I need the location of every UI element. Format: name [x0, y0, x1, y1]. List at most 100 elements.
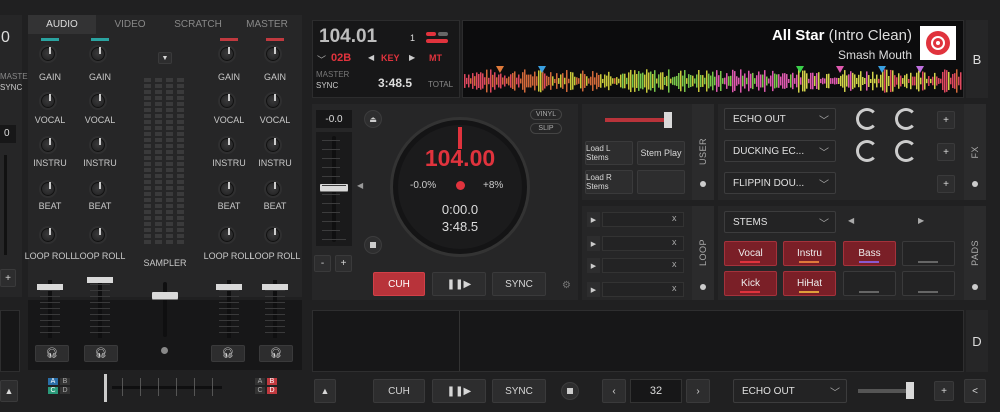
- channel-knob[interactable]: [218, 45, 236, 63]
- waveform-overview[interactable]: [464, 66, 962, 96]
- channel-knob[interactable]: [264, 226, 282, 244]
- fx-slot-3-select[interactable]: FLIPPIN DOU... ﹀: [724, 172, 836, 194]
- pitch-plus-button[interactable]: +: [335, 255, 352, 272]
- deck-d-collapse-button[interactable]: ▲: [314, 379, 336, 403]
- fx-slot-2-select[interactable]: DUCKING EC... ﹀: [724, 140, 836, 162]
- eject-button[interactable]: ⏏: [364, 110, 382, 128]
- channel-1-handle[interactable]: [37, 284, 63, 290]
- channel-knob[interactable]: [39, 180, 57, 198]
- headphone-button-4[interactable]: 🎧︎: [259, 345, 293, 362]
- tab-master[interactable]: MASTER: [232, 15, 302, 34]
- loop-4-play-icon[interactable]: ▶: [587, 282, 600, 297]
- channel-knob[interactable]: [89, 45, 107, 63]
- headphone-button-3[interactable]: 🎧︎: [211, 345, 245, 362]
- channel-3-handle[interactable]: [216, 284, 242, 290]
- assign-a-left[interactable]: A: [48, 378, 58, 385]
- sampler-volume-handle[interactable]: [152, 292, 178, 299]
- deck-d-fx-plus-button[interactable]: +: [934, 381, 954, 401]
- assign-a-right[interactable]: A: [255, 378, 265, 385]
- chevron-down-icon[interactable]: ﹀: [317, 53, 326, 66]
- channel-knob[interactable]: [264, 45, 282, 63]
- deck-d-expand-button[interactable]: <: [964, 379, 986, 403]
- loop-1-close-icon[interactable]: x: [672, 213, 677, 223]
- channel-knob[interactable]: [39, 136, 57, 154]
- channel-knob[interactable]: [89, 226, 107, 244]
- assign-c-left[interactable]: C: [48, 387, 58, 394]
- channel-knob[interactable]: [39, 92, 57, 110]
- channel-knob[interactable]: [89, 180, 107, 198]
- pads-prev-icon[interactable]: ◀: [848, 216, 854, 225]
- loop-3-play-icon[interactable]: ▶: [587, 258, 600, 273]
- fx-slot-1-plus-button[interactable]: +: [937, 111, 955, 129]
- channel-knob[interactable]: [39, 226, 57, 244]
- fx-knob[interactable]: [856, 140, 878, 162]
- fx-knob[interactable]: [895, 140, 917, 162]
- stem-play-button[interactable]: Stem Play: [637, 141, 685, 165]
- fx-slot-2-plus-button[interactable]: +: [937, 143, 955, 161]
- channel-4-handle[interactable]: [262, 284, 288, 290]
- fx-slot-3-plus-button[interactable]: +: [937, 175, 955, 193]
- pads-next-icon[interactable]: ▶: [918, 216, 924, 225]
- assign-c-right[interactable]: C: [255, 387, 265, 394]
- channel-knob[interactable]: [264, 136, 282, 154]
- channel-knob[interactable]: [218, 92, 236, 110]
- vinyl-button[interactable]: VINYL: [530, 109, 562, 120]
- key-left-icon[interactable]: ◀: [368, 53, 374, 62]
- cue-button[interactable]: CUH: [373, 272, 425, 296]
- headphone-button-1[interactable]: 🎧︎: [35, 345, 69, 362]
- left-edge-sync[interactable]: SYNC: [0, 83, 22, 92]
- deck-d-fx-select[interactable]: ECHO OUT ﹀: [733, 379, 847, 403]
- cue-marker[interactable]: [836, 66, 844, 73]
- slip-button[interactable]: SLIP: [530, 123, 562, 134]
- deck-d-fx-slider-handle[interactable]: [906, 382, 914, 399]
- channel-knob[interactable]: [264, 92, 282, 110]
- assign-d-right[interactable]: D: [267, 387, 277, 394]
- deck-b-master-label[interactable]: MASTER: [316, 70, 349, 79]
- assign-d-left[interactable]: D: [60, 387, 70, 394]
- channel-2-handle[interactable]: [87, 277, 113, 283]
- loop-2-close-icon[interactable]: x: [672, 237, 677, 247]
- deck-b-sync-label[interactable]: SYNC: [316, 81, 338, 90]
- channel-knob[interactable]: [89, 136, 107, 154]
- left-deck-c-play-button[interactable]: ▲: [0, 380, 18, 402]
- crossfader-handle[interactable]: [104, 374, 107, 402]
- key-right-icon[interactable]: ▶: [409, 53, 415, 62]
- assign-b-right[interactable]: B: [267, 378, 277, 385]
- deck-b-key-code[interactable]: 02B: [331, 52, 351, 64]
- loop-double-button[interactable]: ›: [686, 379, 710, 403]
- fx-knob[interactable]: [895, 108, 917, 130]
- loop-halve-button[interactable]: ‹: [602, 379, 626, 403]
- deck-d-play-pause-button[interactable]: ❚❚▶: [432, 379, 486, 403]
- loop-3-close-icon[interactable]: x: [672, 259, 677, 269]
- left-edge-pitch[interactable]: 0: [0, 125, 16, 143]
- loop-4-close-icon[interactable]: x: [672, 283, 677, 293]
- play-pause-button[interactable]: ❚❚▶: [432, 272, 486, 296]
- left-edge-plus-button[interactable]: +: [0, 269, 16, 287]
- user-empty-button[interactable]: [637, 170, 685, 194]
- channel-knob[interactable]: [218, 180, 236, 198]
- pitch-value[interactable]: -0.0: [316, 110, 352, 128]
- pitch-minus-button[interactable]: -: [314, 255, 331, 272]
- loop-1-play-icon[interactable]: ▶: [587, 212, 600, 227]
- load-r-stems-button[interactable]: Load R Stems: [585, 170, 633, 194]
- headphone-button-2[interactable]: 🎧︎: [84, 345, 118, 362]
- deck-d-stop-button[interactable]: [561, 382, 579, 400]
- deck-b-mt-button[interactable]: MT: [429, 53, 442, 63]
- sync-button[interactable]: SYNC: [492, 272, 546, 296]
- deck-d-sync-button[interactable]: SYNC: [492, 379, 546, 403]
- channel-knob[interactable]: [264, 180, 282, 198]
- sampler-dropdown-button[interactable]: ▼: [158, 52, 172, 64]
- channel-knob[interactable]: [218, 136, 236, 154]
- channel-knob[interactable]: [89, 92, 107, 110]
- channel-knob[interactable]: [218, 226, 236, 244]
- tab-scratch[interactable]: SCRATCH: [164, 15, 232, 34]
- load-l-stems-button[interactable]: Load L Stems: [585, 141, 633, 165]
- pads-mode-select[interactable]: STEMS ﹀: [724, 211, 836, 233]
- fx-slot-1-select[interactable]: ECHO OUT ﹀: [724, 108, 836, 130]
- deck-d-waveform[interactable]: [312, 310, 964, 372]
- fx-knob[interactable]: [856, 108, 878, 130]
- channel-knob[interactable]: [39, 45, 57, 63]
- tab-video[interactable]: VIDEO: [96, 15, 164, 34]
- assign-b-left[interactable]: B: [60, 378, 70, 385]
- settings-icon[interactable]: ⚙: [562, 280, 571, 291]
